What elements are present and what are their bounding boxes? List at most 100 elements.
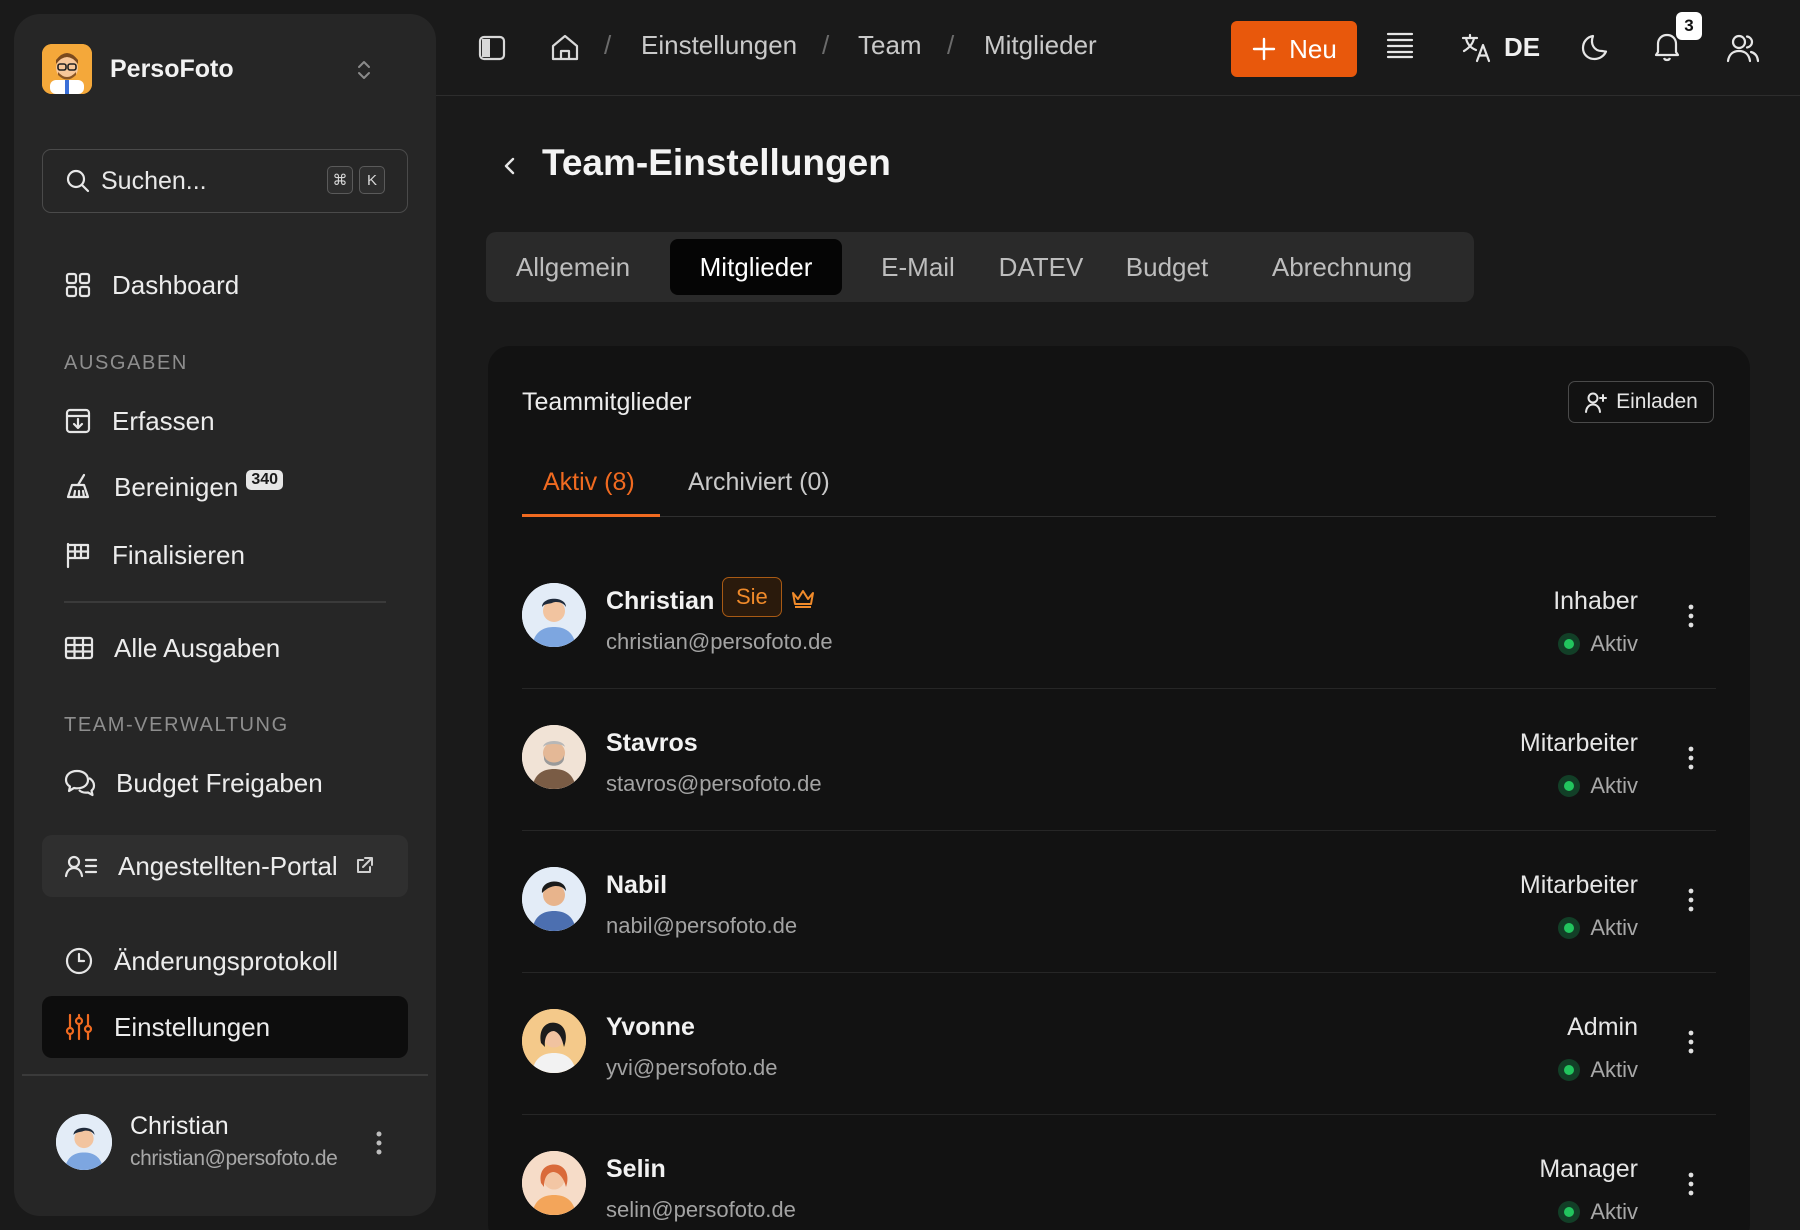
subtab-baseline — [522, 516, 1716, 517]
flag-icon — [64, 541, 92, 569]
sidebar-item-einstellungen[interactable]: Einstellungen — [42, 996, 408, 1058]
section-label-team-verwaltung: TEAM-VERWALTUNG — [64, 714, 289, 736]
tab-email[interactable]: E-Mail — [862, 239, 974, 295]
avatar — [522, 725, 586, 789]
status-dot — [1558, 1059, 1581, 1081]
notification-count-badge: 3 — [1676, 12, 1702, 40]
breadcrumb-item[interactable]: Einstellungen — [641, 30, 797, 61]
brand-name: PersoFoto — [110, 54, 234, 83]
crown-icon — [790, 587, 816, 609]
invite-button[interactable]: Einladen — [1568, 381, 1714, 423]
status-dot — [1558, 775, 1581, 797]
translate-icon[interactable] — [1460, 32, 1492, 64]
member-role: Mitarbeiter — [1519, 729, 1638, 757]
sidebar-item-label: Erfassen — [112, 405, 215, 436]
status-badge: Aktiv — [1558, 631, 1638, 657]
status-badge: Aktiv — [1558, 1199, 1638, 1225]
member-role: Inhaber — [1553, 587, 1638, 615]
kbd-k: K — [359, 166, 385, 194]
subtab-archiviert[interactable]: Archiviert (0) — [688, 468, 830, 497]
user-name: Christian — [130, 1112, 229, 1140]
member-row[interactable]: Selin selin@persofoto.de Manager Aktiv — [522, 1115, 1716, 1230]
sidebar-item-angestellten-portal[interactable]: Angestellten-Portal — [42, 835, 408, 897]
sidebar-item-alle-ausgaben[interactable]: Alle Ausgaben — [42, 617, 408, 679]
breadcrumb-item[interactable]: Team — [858, 30, 922, 61]
tab-budget[interactable]: Budget — [1112, 239, 1222, 295]
sidebar-item-finalisieren[interactable]: Finalisieren — [42, 524, 408, 586]
member-row[interactable]: Yvonne yvi@persofoto.de Admin Aktiv — [522, 973, 1716, 1115]
avatar — [522, 583, 586, 647]
brand-logo — [42, 44, 92, 94]
tab-abrechnung[interactable]: Abrechnung — [1234, 239, 1450, 295]
status-text: Aktiv — [1590, 773, 1638, 798]
more-vertical-icon[interactable] — [1686, 745, 1696, 771]
breadcrumb-separator: / — [604, 30, 612, 60]
new-button[interactable]: Neu — [1231, 21, 1357, 77]
sidebar-item-dashboard[interactable]: Dashboard — [42, 254, 408, 316]
tab-mitglieder[interactable]: Mitglieder — [670, 239, 842, 295]
section-label-ausgaben: AUSGABEN — [64, 352, 188, 374]
status-badge: Aktiv — [1558, 1057, 1638, 1083]
avatar — [522, 867, 586, 931]
member-role: Manager — [1539, 1155, 1638, 1183]
count-badge: 340 — [246, 470, 284, 490]
more-vertical-icon[interactable] — [1686, 1029, 1696, 1055]
home-icon[interactable] — [550, 32, 580, 62]
broom-icon — [64, 472, 94, 502]
sidebar-divider — [64, 601, 386, 603]
status-dot — [1558, 1201, 1581, 1223]
sidebar-item-budget-freigaben[interactable]: Budget Freigaben — [42, 752, 408, 814]
sidebar-divider — [22, 1074, 428, 1076]
sidebar-item-label: Bereinigen — [114, 471, 239, 502]
breadcrumb-item-current: Mitglieder — [984, 30, 1097, 60]
avatar — [56, 1113, 112, 1170]
member-email: selin@persofoto.de — [606, 1197, 796, 1222]
plus-icon — [1251, 36, 1277, 62]
more-vertical-icon[interactable] — [1686, 603, 1696, 629]
more-vertical-icon[interactable] — [374, 1130, 384, 1156]
sidebar-item-label: Einstellungen — [114, 1011, 271, 1042]
member-role: Mitarbeiter — [1519, 871, 1638, 899]
chevron-left-icon[interactable] — [502, 154, 518, 178]
subtab-aktiv[interactable]: Aktiv (8) — [543, 468, 635, 497]
member-email: christian@persofoto.de — [606, 629, 833, 654]
workspace-switcher[interactable]: PersoFoto — [42, 44, 234, 94]
users-icon[interactable] — [1726, 32, 1760, 64]
user-email: christian@persofoto.de — [130, 1147, 338, 1170]
chevron-up-down-icon[interactable] — [356, 58, 372, 82]
sidebar-item-bereinigen[interactable]: Bereinigen 340 — [42, 456, 408, 518]
sidebar-item-label: Alle Ausgaben — [114, 632, 281, 663]
sidebar-item-aenderungsprotokoll[interactable]: Änderungsprotokoll — [42, 930, 408, 992]
more-vertical-icon[interactable] — [1686, 1171, 1696, 1197]
sidebar-item-label: Änderungsprotokoll — [114, 945, 339, 976]
member-name: Nabil — [606, 871, 668, 899]
sidebar-item-erfassen[interactable]: Erfassen — [42, 390, 408, 452]
user-list-icon — [64, 852, 98, 880]
status-text: Aktiv — [1590, 631, 1638, 656]
more-vertical-icon[interactable] — [1686, 887, 1696, 913]
status-dot — [1558, 633, 1581, 655]
member-name: Yvonne — [606, 1013, 695, 1041]
member-row[interactable]: Nabil nabil@persofoto.de Mitarbeiter Akt… — [522, 831, 1716, 973]
tab-datev[interactable]: DATEV — [986, 239, 1096, 295]
kbd-cmd: ⌘ — [327, 166, 353, 194]
member-row[interactable]: Christian Sie christian@persofoto.de Inh… — [522, 547, 1716, 689]
search-input[interactable]: Suchen... ⌘ K — [42, 149, 408, 213]
sidebar-toggle-icon[interactable] — [478, 34, 506, 62]
user-profile[interactable]: Christian christian@persofoto.de — [56, 1112, 338, 1171]
inbox-download-icon — [64, 407, 92, 435]
list-view-icon[interactable] — [1385, 30, 1415, 60]
tab-allgemein[interactable]: Allgemein — [508, 239, 638, 295]
status-text: Aktiv — [1590, 1057, 1638, 1082]
user-plus-icon — [1584, 390, 1608, 414]
table-icon — [64, 634, 94, 662]
language-label[interactable]: DE — [1504, 32, 1540, 63]
member-name: Christian — [606, 587, 715, 615]
sidebar-item-label: Angestellten-Portal — [118, 850, 338, 881]
card-title: Teammitglieder — [522, 388, 692, 416]
sliders-icon — [64, 1012, 94, 1042]
moon-icon[interactable] — [1580, 32, 1610, 62]
member-email: stavros@persofoto.de — [606, 771, 822, 796]
member-row[interactable]: Stavros stavros@persofoto.de Mitarbeiter… — [522, 689, 1716, 831]
status-text: Aktiv — [1590, 1199, 1638, 1224]
